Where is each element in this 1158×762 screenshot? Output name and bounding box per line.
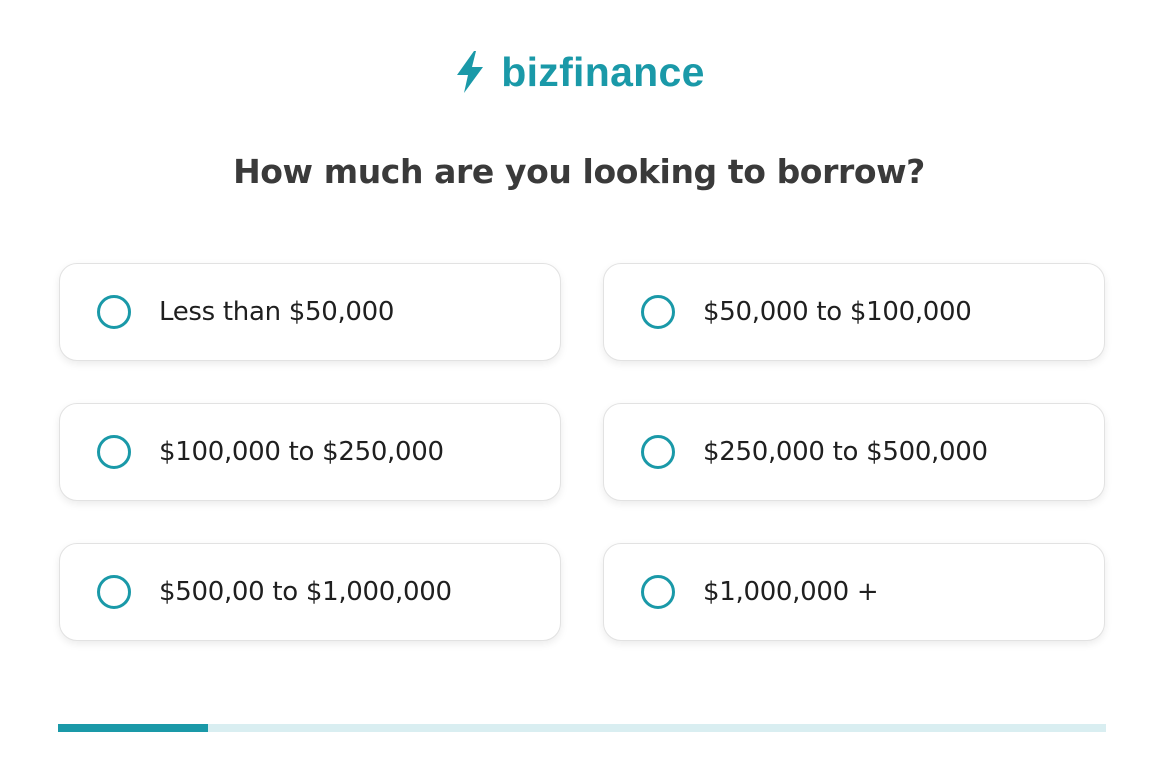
- progress-bar-fill: [58, 724, 208, 732]
- option-1m-plus[interactable]: $1,000,000 +: [603, 543, 1105, 641]
- option-label: Less than $50,000: [159, 297, 395, 327]
- option-100k-to-250k[interactable]: $100,000 to $250,000: [59, 403, 561, 501]
- option-label: $250,000 to $500,000: [703, 437, 988, 467]
- option-label: $1,000,000 +: [703, 577, 879, 607]
- option-label: $50,000 to $100,000: [703, 297, 972, 327]
- radio-button[interactable]: [641, 575, 675, 609]
- progress-bar: [58, 724, 1106, 732]
- option-50k-to-100k[interactable]: $50,000 to $100,000: [603, 263, 1105, 361]
- option-500k-to-1m[interactable]: $500,00 to $1,000,000: [59, 543, 561, 641]
- radio-button[interactable]: [641, 295, 675, 329]
- radio-button[interactable]: [97, 295, 131, 329]
- option-label: $500,00 to $1,000,000: [159, 577, 452, 607]
- page-question: How much are you looking to borrow?: [233, 152, 925, 191]
- option-less-than-50k[interactable]: Less than $50,000: [59, 263, 561, 361]
- brand-logo: bizfinance: [0, 50, 1158, 94]
- radio-button[interactable]: [641, 435, 675, 469]
- lightning-bolt-icon: [457, 51, 484, 93]
- brand-name: bizfinance: [501, 48, 705, 95]
- radio-button[interactable]: [97, 435, 131, 469]
- option-250k-to-500k[interactable]: $250,000 to $500,000: [603, 403, 1105, 501]
- option-label: $100,000 to $250,000: [159, 437, 444, 467]
- loan-amount-options: Less than $50,000 $50,000 to $100,000 $1…: [59, 263, 1105, 641]
- radio-button[interactable]: [97, 575, 131, 609]
